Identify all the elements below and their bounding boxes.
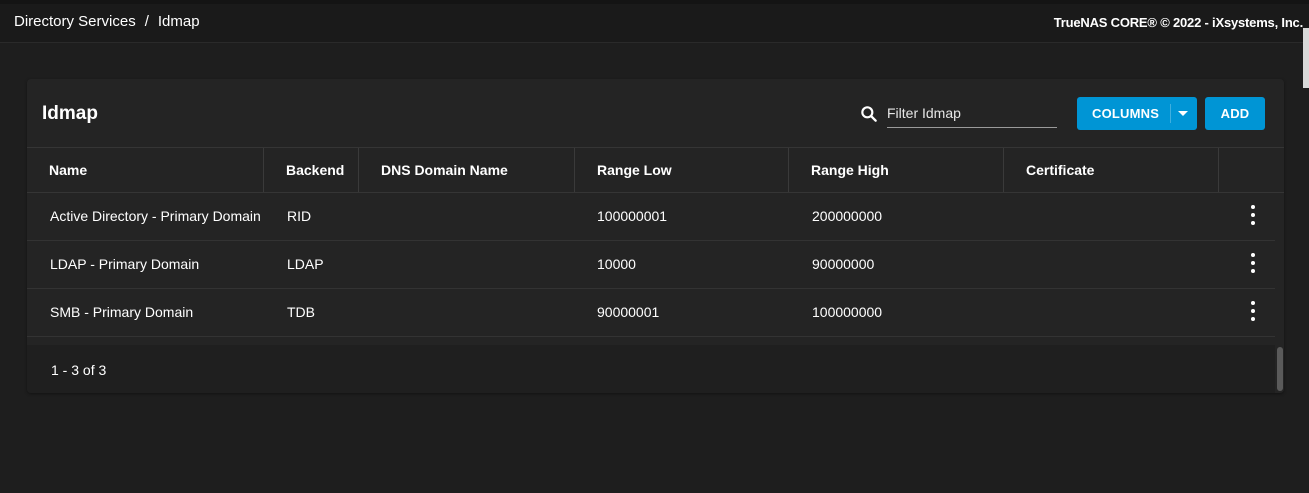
cell-range-low: 10000 — [597, 256, 636, 272]
cell-backend: TDB — [287, 304, 315, 320]
card-title: Idmap — [42, 103, 98, 124]
cell-range-high: 100000000 — [812, 304, 883, 320]
cell-range-low: 100000001 — [597, 208, 668, 224]
scrollbar-thumb[interactable] — [1277, 347, 1283, 391]
table-row[interactable]: Active Directory - Primary Domain RID 10… — [27, 193, 1275, 241]
breadcrumb-parent[interactable]: Directory Services — [14, 13, 136, 30]
table-row[interactable]: LDAP - Primary Domain LDAP 10000 9000000… — [27, 241, 1275, 289]
cell-name: Active Directory - Primary Domain — [50, 208, 261, 224]
column-header-backend[interactable]: Backend — [264, 148, 359, 192]
more-vert-icon[interactable] — [1245, 301, 1261, 321]
top-bar: Directory Services / Idmap TrueNAS CORE® ©… — [0, 0, 1309, 43]
pagination-range: 1 - 3 of 3 — [51, 362, 107, 378]
breadcrumb-current: Idmap — [157, 13, 200, 30]
columns-button[interactable]: COLUMNS — [1077, 97, 1197, 130]
window-scrollbar[interactable] — [1303, 28, 1309, 88]
table-row[interactable]: SMB - Primary Domain TDB 90000001 100000… — [27, 289, 1275, 337]
column-header-certificate[interactable]: Certificate — [1004, 148, 1219, 192]
columns-button-label: COLUMNS — [1092, 106, 1160, 121]
breadcrumb-separator: / — [144, 13, 149, 30]
caret-down-icon — [1178, 111, 1188, 116]
filter-input[interactable] — [887, 103, 1057, 123]
cell-range-low: 90000001 — [597, 304, 660, 320]
column-header-range-low[interactable]: Range Low — [575, 148, 789, 192]
more-vert-icon[interactable] — [1245, 253, 1261, 273]
idmap-card: Idmap COLUMNS ADD Name Backend DNS Domai… — [27, 79, 1284, 393]
filter-field — [887, 103, 1057, 128]
cell-backend: RID — [287, 208, 312, 224]
cell-name: SMB - Primary Domain — [50, 304, 194, 320]
cell-range-high: 200000000 — [812, 208, 883, 224]
paginator: 1 - 3 of 3 — [27, 345, 1275, 393]
column-header-actions — [1219, 148, 1284, 192]
search-icon — [861, 106, 877, 122]
more-vert-icon[interactable] — [1245, 205, 1261, 225]
table-scrollbar[interactable] — [1276, 345, 1284, 393]
column-header-dns-domain-name[interactable]: DNS Domain Name — [359, 148, 575, 192]
table-header: Name Backend DNS Domain Name Range Low R… — [27, 147, 1284, 193]
column-header-name[interactable]: Name — [27, 148, 264, 192]
top-edge — [0, 0, 1309, 4]
columns-button-divider — [1170, 104, 1171, 123]
cell-backend: LDAP — [287, 256, 324, 272]
cell-range-high: 90000000 — [812, 256, 875, 272]
cell-name: LDAP - Primary Domain — [50, 256, 200, 272]
add-button[interactable]: ADD — [1205, 97, 1265, 130]
copyright-text: TrueNAS CORE® © 2022 - iXsystems, Inc. — [1053, 15, 1303, 30]
column-header-range-high[interactable]: Range High — [789, 148, 1004, 192]
breadcrumb: Directory Services / Idmap — [14, 13, 200, 30]
